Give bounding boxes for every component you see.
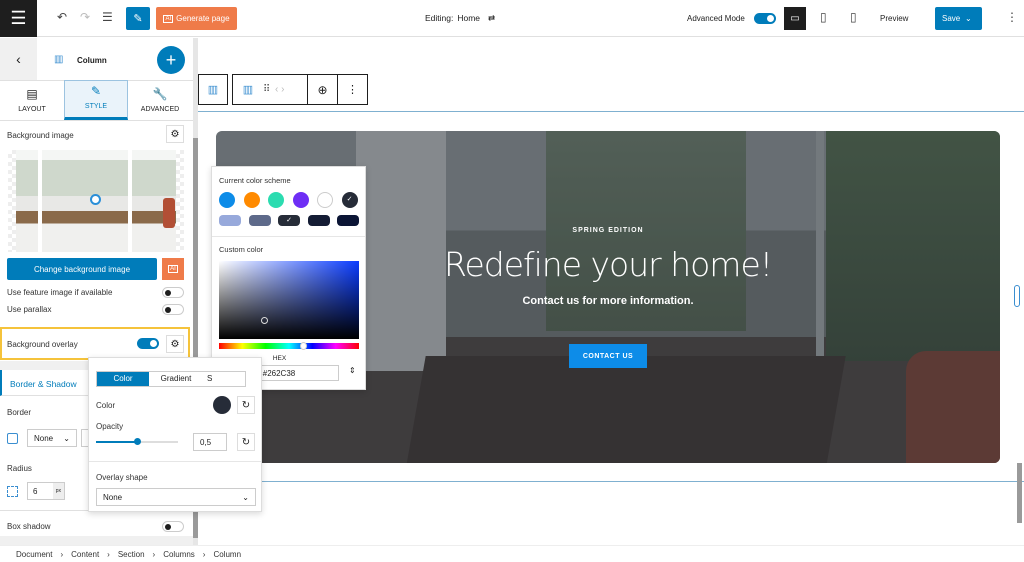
- shade-color-swatch[interactable]: [307, 215, 330, 226]
- background-image-settings-button[interactable]: ⚙: [166, 125, 184, 143]
- move-arrows-icon[interactable]: ‹ ›: [275, 84, 307, 95]
- breadcrumb-item[interactable]: Section: [118, 550, 145, 559]
- wrench-icon: 🔧: [152, 87, 168, 101]
- reset-icon: ↻: [241, 399, 251, 411]
- scheme-color-swatch[interactable]: ✓: [341, 192, 358, 208]
- back-button[interactable]: ‹: [0, 38, 37, 80]
- hue-slider[interactable]: [219, 342, 359, 350]
- change-background-image-button[interactable]: Change background image: [7, 258, 157, 280]
- block-toolbar: ▥ ⠿ ‹ › ⊕ ⋮: [232, 74, 368, 105]
- overlay-settings-popover: Color Gradient S Color ↻ Opacity 0,5 ↻ O…: [88, 357, 262, 512]
- overlay-shape-select[interactable]: None ⌄: [96, 488, 256, 506]
- list-view-icon[interactable]: ☰: [102, 10, 113, 24]
- shade-color-swatch[interactable]: [219, 215, 241, 226]
- format-toggle-icon[interactable]: ⇕: [349, 366, 356, 375]
- add-block-icon[interactable]: ⊕: [307, 75, 338, 104]
- saturation-picker[interactable]: [219, 261, 359, 339]
- chevron-right-icon: ›: [107, 549, 110, 559]
- scheme-color-swatch[interactable]: [268, 192, 284, 208]
- border-style-select[interactable]: None ⌄: [27, 429, 77, 447]
- tab-style[interactable]: ✎ STYLE: [64, 80, 128, 120]
- reset-color-button[interactable]: ↻: [237, 396, 255, 414]
- more-options-icon[interactable]: ⋮: [338, 83, 367, 96]
- opacity-input[interactable]: 0,5: [193, 433, 227, 451]
- overlay-type-tabs: Color Gradient S: [96, 371, 246, 387]
- tab-advanced[interactable]: 🔧 ADVANCED: [128, 80, 192, 120]
- save-button[interactable]: Save ⌄: [935, 7, 982, 30]
- laptop-icon: ▭: [790, 13, 800, 24]
- desktop-view-button[interactable]: ▭: [784, 7, 806, 30]
- scheme-color-swatch[interactable]: [292, 192, 309, 208]
- tab-gradient[interactable]: Gradient: [149, 372, 203, 386]
- tab-shape[interactable]: S: [203, 372, 243, 386]
- radius-all-corners-icon[interactable]: [7, 486, 18, 497]
- columns-icon: ▥: [207, 84, 219, 96]
- breadcrumb-item[interactable]: Content: [71, 550, 99, 559]
- advanced-mode-label: Advanced Mode: [687, 14, 745, 23]
- border-all-sides-icon[interactable]: [7, 433, 18, 444]
- breadcrumb: Document › Content › Section › Columns › Column: [0, 545, 1024, 562]
- tab-color[interactable]: Color: [97, 372, 149, 386]
- radius-input[interactable]: 6 px: [27, 482, 65, 500]
- column-icon[interactable]: ▥: [233, 83, 263, 96]
- use-feature-image-toggle[interactable]: [162, 287, 184, 298]
- canvas-scrollbar[interactable]: [1017, 463, 1022, 523]
- background-image-preview[interactable]: [8, 150, 184, 252]
- background-overlay-toggle[interactable]: [137, 338, 159, 349]
- breadcrumb-item[interactable]: Column: [213, 550, 241, 559]
- drag-handle-icon[interactable]: ⠿: [263, 84, 275, 95]
- scheme-color-swatch[interactable]: [243, 192, 260, 208]
- breadcrumb-item[interactable]: Columns: [163, 550, 195, 559]
- box-shadow-toggle[interactable]: [162, 521, 184, 532]
- tab-layout[interactable]: ▤ LAYOUT: [0, 80, 64, 120]
- breadcrumb-item[interactable]: Document: [16, 550, 52, 559]
- shade-color-swatch[interactable]: ✓: [278, 215, 300, 226]
- gear-icon: ⚙: [170, 338, 180, 350]
- menu-button[interactable]: ☰: [0, 0, 37, 37]
- shade-color-swatch[interactable]: [248, 215, 271, 226]
- reset-icon: ↻: [241, 436, 251, 448]
- advanced-mode-toggle[interactable]: [754, 13, 776, 24]
- reset-opacity-button[interactable]: ↻: [237, 433, 255, 451]
- generate-page-button[interactable]: AI Generate page: [156, 7, 237, 30]
- focal-point-handle[interactable]: [90, 194, 101, 205]
- chevron-right-icon: ›: [152, 549, 156, 559]
- chevron-down-icon[interactable]: ⌄: [965, 14, 972, 23]
- redo-icon[interactable]: ↷: [80, 10, 90, 24]
- scheme-color-swatch[interactable]: [219, 192, 235, 208]
- ai-icon: AI: [168, 265, 178, 273]
- layout-icon: ▤: [26, 87, 38, 101]
- chevron-right-icon: ›: [202, 549, 206, 559]
- background-overlay-settings-button[interactable]: ⚙: [166, 335, 184, 353]
- radius-unit[interactable]: px: [52, 483, 64, 499]
- tablet-view-icon[interactable]: ▯: [820, 10, 827, 24]
- page-switch-icon: ⇄: [488, 13, 496, 23]
- brush-icon: ✎: [90, 84, 102, 98]
- parent-block-button[interactable]: ▥: [198, 74, 228, 105]
- panel-title: Column: [77, 56, 107, 65]
- column-icon: ▥: [54, 54, 64, 65]
- edit-icon-button[interactable]: ✎: [126, 7, 150, 30]
- mobile-view-icon[interactable]: ▯: [850, 10, 857, 24]
- add-block-button[interactable]: +: [157, 46, 185, 74]
- undo-icon[interactable]: ↶: [57, 10, 67, 24]
- editing-indicator[interactable]: Editing: Home ⇄: [425, 13, 495, 24]
- top-toolbar: ☰ ↶ ↷ ☰ ✎ AI Generate page Editing: Home ⇄ …: [0, 0, 1024, 37]
- shade-color-swatch[interactable]: [337, 215, 359, 226]
- overlay-color-swatch[interactable]: [213, 396, 231, 414]
- scheme-color-swatch[interactable]: [317, 192, 333, 208]
- more-options-icon[interactable]: ⋮: [1006, 10, 1018, 24]
- ai-image-button[interactable]: AI: [162, 258, 184, 280]
- preview-button[interactable]: Preview: [880, 14, 908, 23]
- ai-icon: AI: [163, 14, 174, 23]
- opacity-slider[interactable]: [96, 438, 178, 445]
- contact-us-button[interactable]: CONTACT US: [569, 344, 647, 368]
- chevron-down-icon: ⌄: [242, 492, 249, 502]
- chevron-right-icon: ›: [60, 549, 64, 559]
- chevron-down-icon: ⌄: [63, 433, 70, 443]
- use-parallax-toggle[interactable]: [162, 304, 184, 315]
- gear-icon: ⚙: [170, 128, 180, 140]
- resize-handle[interactable]: [1014, 285, 1020, 307]
